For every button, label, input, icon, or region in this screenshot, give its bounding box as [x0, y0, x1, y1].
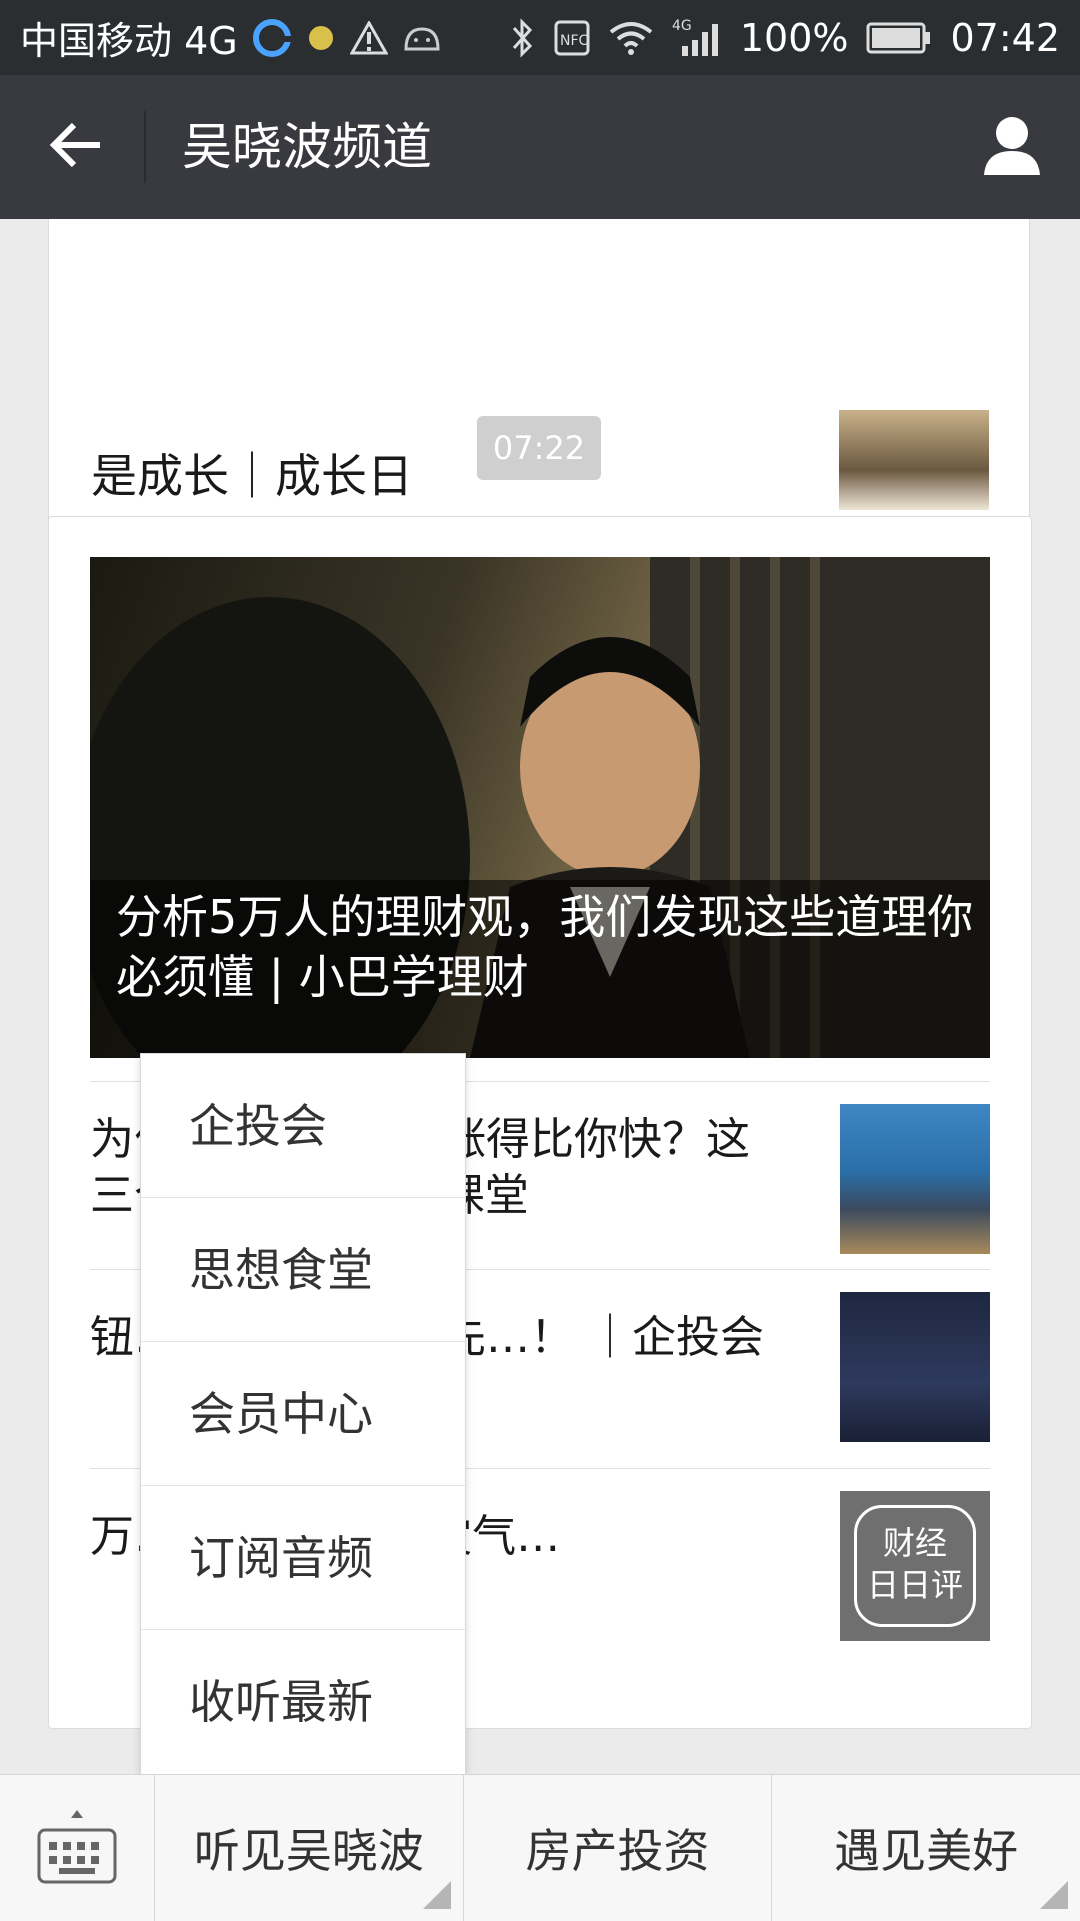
android-icon — [402, 23, 442, 53]
article-thumbnail — [840, 1292, 990, 1442]
submenu-item[interactable]: 订阅音频 — [141, 1486, 465, 1630]
network-type-label: 4G — [672, 18, 692, 34]
menu-button-label: 听见吴晓波 — [193, 1824, 424, 1878]
bottom-menu-bar: 听见吴晓波 房产投资 遇见美好 — [0, 1774, 1080, 1921]
article-thumbnail — [840, 1104, 990, 1254]
thumbnail-badge: 财经 日日评 — [854, 1505, 976, 1627]
bluetooth-icon — [510, 17, 536, 58]
main-article-title: 分析5万人的理财观，我们发现这些道理你必须懂 | 小巴学理财 — [116, 890, 974, 1004]
battery-icon — [866, 21, 932, 55]
submenu-item[interactable]: 思想食堂 — [141, 1198, 465, 1342]
menu-button-label: 遇见美好 — [834, 1824, 1019, 1878]
submenu-indicator-icon — [422, 1881, 451, 1909]
article-thumbnail: 财经 日日评 — [840, 1491, 990, 1641]
title-bar: 吴晓波频道 — [0, 75, 1080, 219]
nfc-icon: NFC — [554, 20, 590, 56]
menu-button[interactable]: 听见吴晓波 — [155, 1775, 464, 1921]
svg-text:NFC: NFC — [560, 33, 589, 49]
battery-percent: 100% — [739, 15, 849, 60]
main-article-cover[interactable]: 分析5万人的理财观，我们发现这些道理你必须懂 | 小巴学理财 — [90, 557, 990, 1058]
menu-button[interactable]: 房产投资 — [464, 1775, 773, 1921]
back-arrow-icon — [48, 121, 104, 173]
clock: 07:42 — [950, 15, 1060, 60]
back-button[interactable] — [40, 111, 112, 183]
submenu-item[interactable]: 收听最新 — [141, 1630, 465, 1774]
menu-button[interactable]: 遇见美好 — [772, 1775, 1080, 1921]
profile-button[interactable] — [974, 109, 1050, 185]
person-icon — [980, 113, 1044, 181]
previous-article-thumbnail — [839, 410, 989, 510]
warning-icon — [349, 20, 388, 55]
title-divider — [144, 111, 146, 183]
previous-article-card[interactable]: 是成长｜成长日 — [48, 219, 1030, 550]
submenu-popup: 企投会 思想食堂 会员中心 订阅音频 收听最新 — [140, 1053, 466, 1775]
status-bar: 中国移动 4G NFC 4G 100% 07:42 — [0, 0, 1080, 75]
carrier-label: 中国移动 4G — [20, 19, 238, 63]
submenu-indicator-icon — [1040, 1881, 1069, 1909]
notification-dot-icon — [306, 23, 336, 53]
thumbnail-badge-bottom: 日日评 — [866, 1566, 963, 1604]
keyboard-toggle-button[interactable] — [0, 1775, 155, 1921]
wifi-icon — [608, 20, 654, 56]
thumbnail-badge-top: 财经 — [882, 1524, 947, 1562]
page-title: 吴晓波频道 — [182, 118, 432, 176]
submenu-item[interactable]: 会员中心 — [141, 1342, 465, 1486]
keyboard-icon — [35, 1804, 119, 1892]
submenu-item[interactable]: 企投会 — [141, 1054, 465, 1198]
previous-article-title: 是成长｜成长日 — [91, 449, 413, 503]
menu-button-label: 房产投资 — [525, 1824, 710, 1878]
time-badge: 07:22 — [477, 416, 601, 480]
browser-icon — [252, 18, 292, 58]
signal-icon: 4G — [672, 18, 722, 58]
